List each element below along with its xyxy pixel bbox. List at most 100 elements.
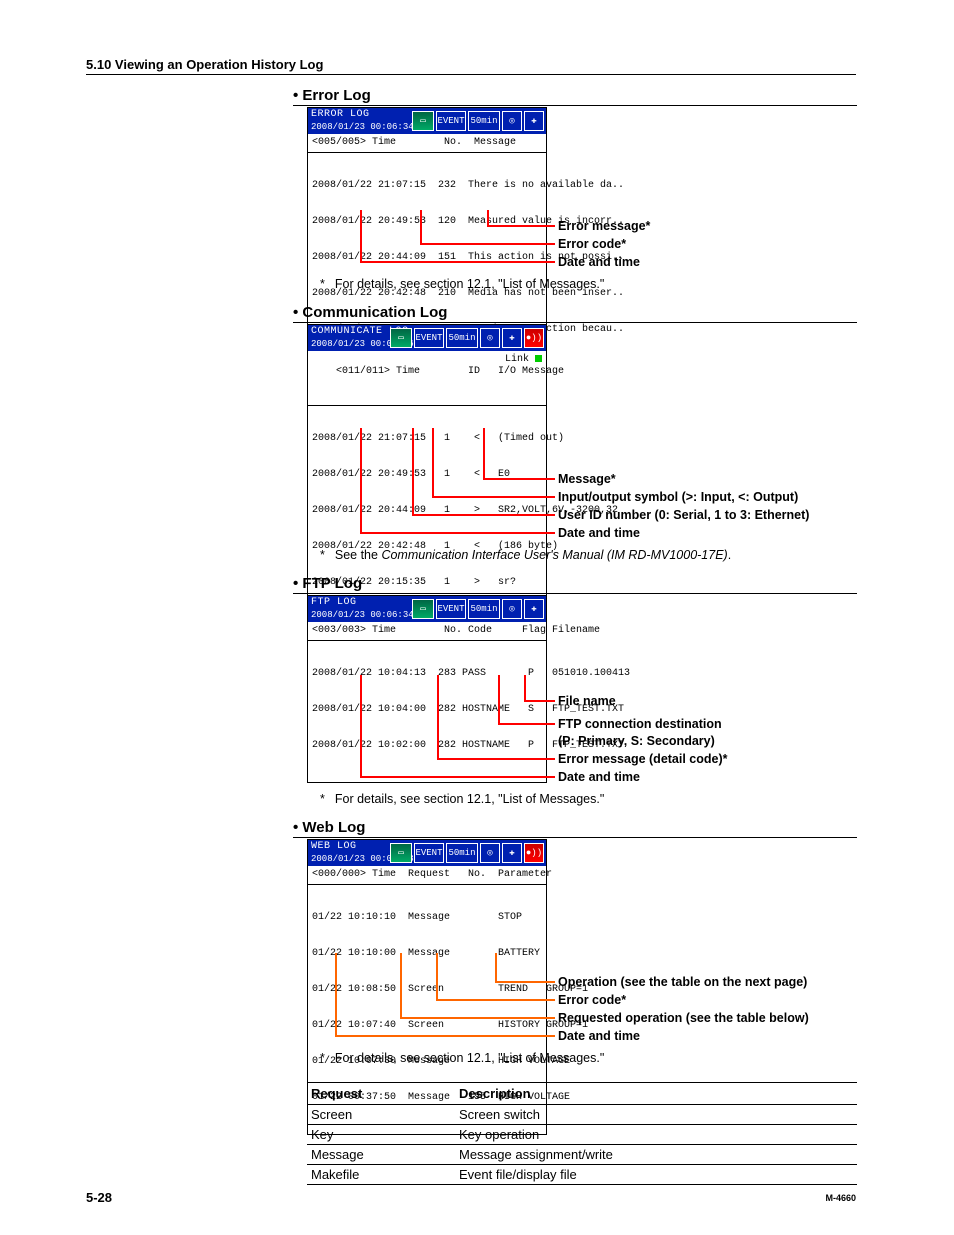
heading-ftp-log: FTP Log: [293, 575, 362, 592]
log-row: 01/22 10:10:10 Message STOP: [312, 912, 542, 924]
log-columns: <005/005> Time No. Message: [308, 134, 546, 153]
leader: [360, 776, 555, 778]
heading-rule: [293, 105, 857, 106]
table-header-row: Request Description: [307, 1083, 857, 1105]
leader: [437, 758, 555, 760]
event-icon[interactable]: EVENT: [414, 843, 444, 863]
note-text-ital: Communication Interface User's Manual (I…: [381, 548, 727, 562]
log-columns: <000/000> Time Request No. Parameter: [308, 866, 546, 885]
leader: [432, 496, 555, 498]
callout-io-symbol: Input/output symbol (>: Input, <: Output…: [558, 489, 798, 506]
cell-description: Message assignment/write: [455, 1145, 857, 1165]
disp-icon[interactable]: ▭: [412, 111, 434, 131]
leader: [436, 953, 438, 999]
leader: [412, 428, 414, 514]
log-row: 2008/01/22 10:02:00 282 HOSTNAME P FTP_T…: [312, 740, 542, 752]
heading-error-log: Error Log: [293, 87, 371, 104]
note-text: For details, see section 12.1, "List of …: [335, 277, 604, 291]
rate-icon[interactable]: 50min: [468, 111, 500, 131]
audio-icon[interactable]: ●)): [524, 843, 544, 863]
heading-rule: [293, 322, 857, 323]
leader: [420, 243, 555, 245]
note-comm-manual: *See the Communication Interface User's …: [320, 548, 731, 562]
note-text: For details, see section 12.1, "List of …: [335, 792, 604, 806]
leader: [400, 1017, 555, 1019]
leader: [524, 675, 526, 700]
stop-icon[interactable]: ◎: [502, 599, 522, 619]
callout-line: FTP connection destination: [558, 717, 722, 731]
callout-user-id: User ID number (0: Serial, 1 to 3: Ether…: [558, 507, 809, 524]
leader: [335, 953, 337, 1035]
cell-request: Message: [307, 1145, 455, 1165]
log-icon-bar: ▭ EVENT 50min ◎ ✚: [412, 598, 544, 620]
callout-date-time: Date and time: [558, 525, 640, 542]
tool-icon[interactable]: ✚: [524, 111, 544, 131]
event-icon[interactable]: EVENT: [436, 599, 466, 619]
heading-rule: [293, 837, 857, 838]
table-row: Message Message assignment/write: [307, 1145, 857, 1165]
note-details-121: *For details, see section 12.1, "List of…: [320, 792, 604, 806]
callout-requested-op: Requested operation (see the table below…: [558, 1010, 809, 1027]
callout-error-code: Error code*: [558, 236, 626, 253]
section-header: 5.10 Viewing an Operation History Log: [86, 57, 323, 72]
leader: [360, 532, 555, 534]
log-titlebar: COMMUNICATE LOG 2008/01/23 00:06:46 ▭ EV…: [308, 325, 546, 351]
rate-icon[interactable]: 50min: [446, 328, 478, 348]
request-table: Request Description Screen Screen switch…: [307, 1082, 857, 1185]
leader: [437, 675, 439, 758]
table-row: Makefile Event file/display file: [307, 1165, 857, 1185]
callout-error-message: Error message*: [558, 218, 650, 235]
callout-operation: Operation (see the table on the next pag…: [558, 974, 807, 991]
cell-description: Event file/display file: [455, 1165, 857, 1185]
stop-icon[interactable]: ◎: [502, 111, 522, 131]
log-columns: <011/011> Time ID I/O Message Link: [308, 351, 546, 406]
disp-icon[interactable]: ▭: [412, 599, 434, 619]
tool-icon[interactable]: ✚: [502, 328, 522, 348]
callout-error-code: Error code*: [558, 992, 626, 1009]
leader: [360, 675, 362, 776]
disp-icon[interactable]: ▭: [390, 843, 412, 863]
leader: [495, 953, 497, 981]
link-led-icon: [535, 355, 542, 362]
leader: [335, 1035, 555, 1037]
log-row: 01/22 10:08:50 Screen TREND GROUP=1: [312, 984, 542, 996]
heading-web-log: Web Log: [293, 819, 365, 836]
table-row: Key Key operation: [307, 1125, 857, 1145]
log-timestamp: 2008/01/23 00:06:34: [311, 609, 414, 621]
log-row: 2008/01/22 21:07:15 1 < (Timed out): [312, 433, 542, 445]
link-label: Link: [505, 354, 535, 365]
stop-icon[interactable]: ◎: [480, 843, 500, 863]
tool-icon[interactable]: ✚: [524, 599, 544, 619]
event-icon[interactable]: EVENT: [436, 111, 466, 131]
log-body: 2008/01/22 10:04:13 283 PASS P 051010.10…: [308, 641, 546, 782]
rate-icon[interactable]: 50min: [446, 843, 478, 863]
disp-icon[interactable]: ▭: [390, 328, 412, 348]
event-icon[interactable]: EVENT: [414, 328, 444, 348]
leader: [487, 210, 489, 225]
callout-line: (P: Primary, S: Secondary): [558, 734, 715, 748]
log-columns: <003/003> Time No. Code Flag Filename: [308, 622, 546, 641]
cell-description: Key operation: [455, 1125, 857, 1145]
heading-rule: [293, 593, 857, 594]
tool-icon[interactable]: ✚: [502, 843, 522, 863]
log-row: 01/22 10:10:00 Message BATTERY: [312, 948, 542, 960]
callout-ftp-dest: FTP connection destination (P: Primary, …: [558, 716, 722, 750]
table-row: Screen Screen switch: [307, 1105, 857, 1125]
doc-code: M-4660: [825, 1193, 856, 1203]
leader: [360, 428, 362, 532]
callout-date-time: Date and time: [558, 769, 640, 786]
leader: [498, 723, 555, 725]
callout-message: Message*: [558, 471, 616, 488]
section-rule: [86, 74, 856, 75]
stop-icon[interactable]: ◎: [480, 328, 500, 348]
log-titlebar: FTP LOG 2008/01/23 00:06:34 ▭ EVENT 50mi…: [308, 596, 546, 622]
audio-icon[interactable]: ●)): [524, 328, 544, 348]
leader: [495, 981, 555, 983]
page-number: 5-28: [86, 1190, 112, 1205]
log-icon-bar: ▭ EVENT 50min ◎ ✚: [412, 110, 544, 132]
leader: [360, 210, 362, 261]
callout-file-name: File name: [558, 693, 616, 710]
leader: [498, 675, 500, 723]
leader: [487, 225, 555, 227]
rate-icon[interactable]: 50min: [468, 599, 500, 619]
